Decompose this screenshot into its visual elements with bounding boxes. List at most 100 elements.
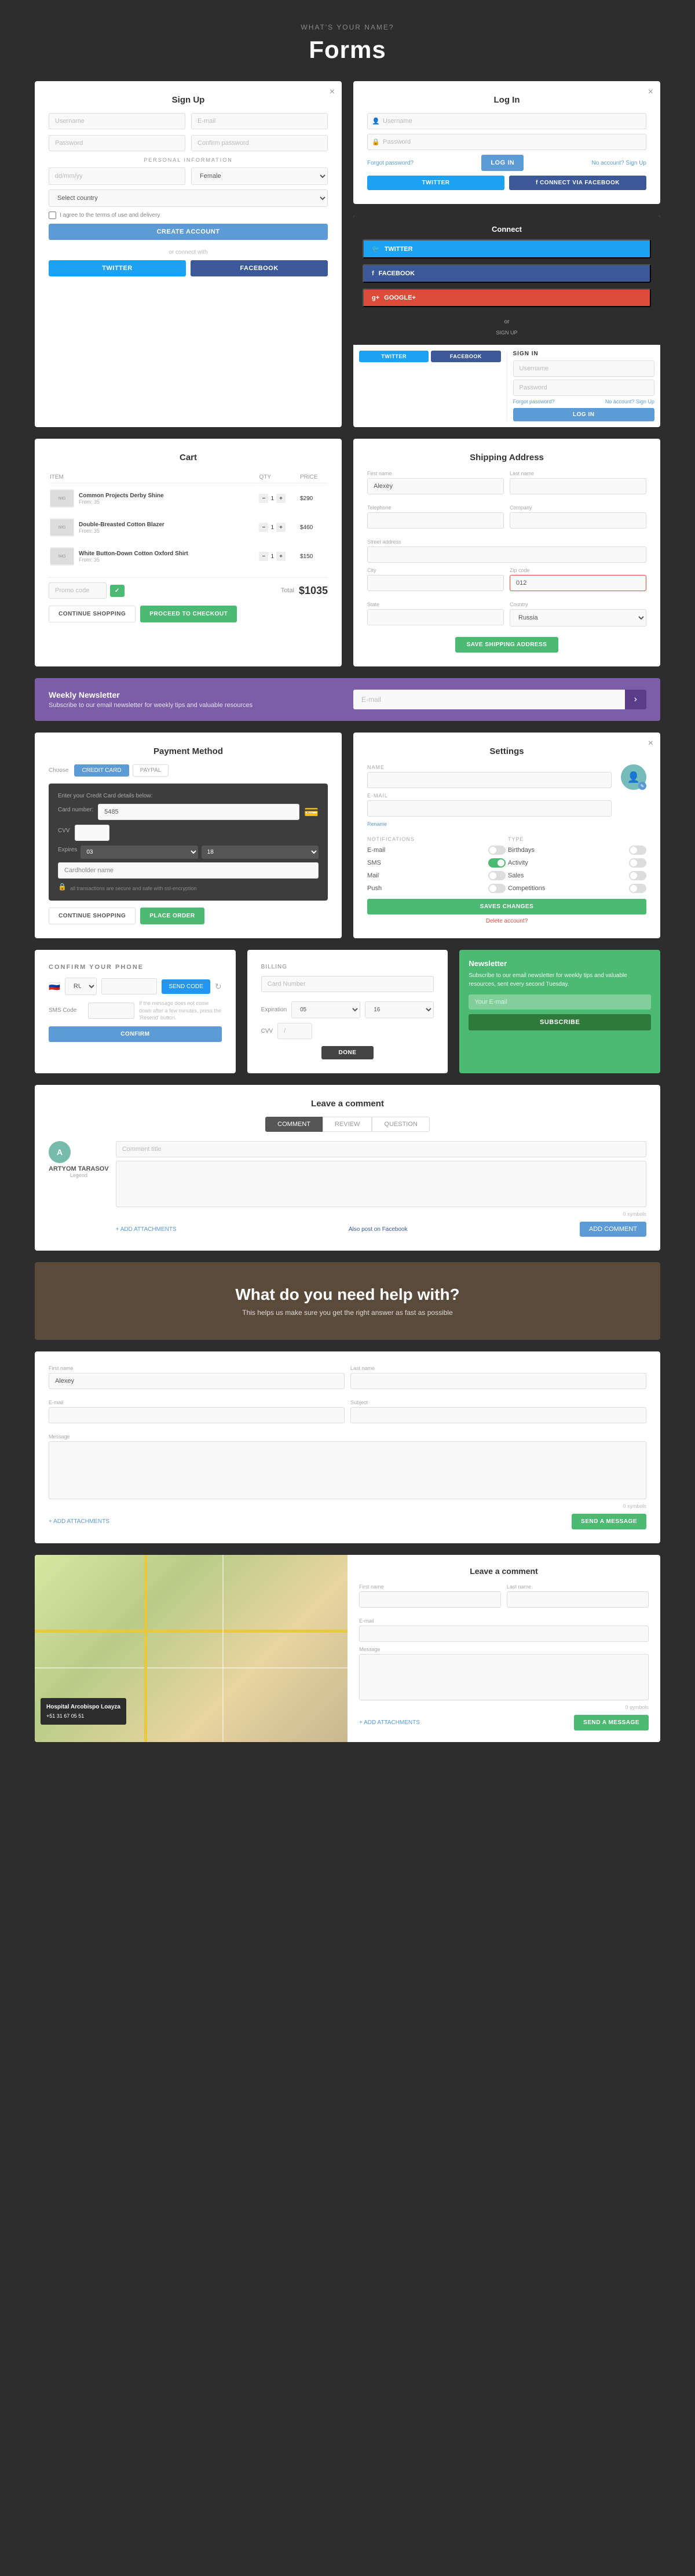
map-last-name-input[interactable] bbox=[507, 1591, 649, 1608]
connect-forgot-link[interactable]: Forgot password? bbox=[513, 399, 555, 405]
save-shipping-btn[interactable]: SAVE SHIPPING ADDRESS bbox=[455, 637, 559, 653]
street-input[interactable] bbox=[367, 546, 646, 563]
checkout-btn[interactable]: PROCEED TO CHECKOUT bbox=[140, 606, 237, 622]
map-first-name-input[interactable] bbox=[359, 1591, 501, 1608]
agree-checkbox[interactable] bbox=[49, 212, 56, 219]
city-input[interactable] bbox=[367, 575, 504, 591]
forgot-password-link[interactable]: Forgot password? bbox=[367, 160, 414, 166]
connect-password-input[interactable] bbox=[513, 380, 655, 396]
contact-attach-link[interactable]: + ADD ATTACHMENTS bbox=[49, 1518, 109, 1525]
signup-close-btn[interactable]: × bbox=[330, 87, 335, 97]
save-settings-btn[interactable]: SAVES CHANGES bbox=[367, 899, 646, 914]
send-message-btn[interactable]: SEND A MESSAGE bbox=[572, 1514, 646, 1529]
zip-input[interactable] bbox=[510, 575, 646, 591]
signup-link[interactable]: Sign Up bbox=[626, 160, 646, 166]
type-toggle-3[interactable] bbox=[629, 884, 646, 893]
facebook-signin-btn[interactable]: FACEBOOK bbox=[191, 260, 328, 276]
fb-share-toggle[interactable]: Also post on Facebook bbox=[349, 1226, 408, 1233]
payment-continue-btn[interactable]: CONTINUE SHOPPING bbox=[49, 908, 136, 924]
billing-cvv-input[interactable] bbox=[277, 1023, 312, 1039]
type-toggle-2[interactable] bbox=[629, 871, 646, 880]
phone-code-select[interactable]: RU +7 bbox=[65, 978, 97, 995]
contact-subject-input[interactable] bbox=[350, 1407, 646, 1423]
contact-last-name-input[interactable] bbox=[350, 1373, 646, 1389]
expire-year-select[interactable]: 18 bbox=[202, 846, 319, 859]
connect-facebook-btn[interactable]: f FACEBOOK bbox=[363, 264, 651, 283]
tab-comment[interactable]: COMMENT bbox=[265, 1117, 323, 1132]
settings-close-btn[interactable]: × bbox=[648, 738, 653, 749]
password-input[interactable] bbox=[49, 135, 185, 151]
tab-review[interactable]: REVIEW bbox=[323, 1117, 372, 1132]
confirm-phone-btn[interactable]: CONFIRM bbox=[49, 1026, 222, 1042]
connect-login-btn[interactable]: LOG IN bbox=[513, 408, 655, 421]
add-comment-btn[interactable]: ADD COMMENT bbox=[580, 1222, 646, 1237]
email-input[interactable] bbox=[191, 113, 328, 129]
comment-body-input[interactable] bbox=[116, 1161, 646, 1207]
connect-google-btn[interactable]: g+ GOOGLE+ bbox=[363, 289, 651, 307]
state-input[interactable] bbox=[367, 609, 504, 625]
billing-card-input[interactable] bbox=[261, 976, 434, 992]
signin-facebook-btn[interactable]: FACEBOOK bbox=[431, 351, 500, 362]
paypal-tab[interactable]: PAYPAL bbox=[133, 764, 169, 777]
gender-select[interactable]: Female Male Female bbox=[191, 167, 328, 185]
contact-message-input[interactable] bbox=[49, 1441, 646, 1499]
type-toggle-1[interactable] bbox=[629, 858, 646, 868]
notif-toggle-2[interactable] bbox=[488, 871, 506, 880]
notif-toggle-0[interactable] bbox=[488, 846, 506, 855]
login-password-input[interactable] bbox=[367, 134, 646, 150]
signin-twitter-btn[interactable]: TWITTER bbox=[359, 351, 429, 362]
send-code-btn[interactable]: SEND CODE bbox=[162, 979, 210, 994]
place-order-btn[interactable]: PLACE ORDER bbox=[140, 908, 204, 924]
create-account-btn[interactable]: CREATE ACCOUNT bbox=[49, 224, 328, 240]
qty-plus-0[interactable]: + bbox=[276, 494, 286, 503]
add-attachments-link[interactable]: + ADD ATTACHMENTS bbox=[116, 1226, 177, 1233]
dob-input[interactable] bbox=[49, 167, 185, 185]
last-name-input[interactable] bbox=[510, 478, 646, 494]
continue-shopping-btn[interactable]: CONTINUE SHOPPING bbox=[49, 606, 136, 622]
cvv-input[interactable] bbox=[75, 825, 109, 841]
map-attach-link[interactable]: + ADD ATTACHMENTS bbox=[359, 1719, 420, 1726]
map-send-btn[interactable]: SEND A MESSAGE bbox=[574, 1715, 649, 1730]
phone-input[interactable] bbox=[101, 978, 158, 994]
card-number-input[interactable] bbox=[98, 804, 299, 820]
company-input[interactable] bbox=[510, 512, 646, 529]
subscribe-btn[interactable]: SUBSCRIBE bbox=[469, 1014, 651, 1030]
type-toggle-0[interactable] bbox=[629, 846, 646, 855]
login-username-input[interactable] bbox=[367, 113, 646, 129]
promo-apply-btn[interactable]: ✓ bbox=[110, 585, 125, 597]
contact-email-input[interactable] bbox=[49, 1407, 345, 1423]
notif-toggle-3[interactable] bbox=[488, 884, 506, 893]
login-twitter-btn[interactable]: TWITTER bbox=[367, 176, 504, 190]
rename-link[interactable]: Rename bbox=[367, 821, 646, 827]
delete-account-btn[interactable]: Delete account? bbox=[486, 918, 528, 924]
sms-input[interactable] bbox=[88, 1003, 134, 1019]
username-input[interactable] bbox=[49, 113, 185, 129]
cardholder-input[interactable] bbox=[58, 862, 319, 879]
qty-plus-2[interactable]: + bbox=[276, 552, 286, 561]
comment-title-input[interactable] bbox=[116, 1141, 646, 1157]
avatar-edit-badge[interactable]: ✎ bbox=[638, 782, 646, 790]
connect-twitter-btn[interactable]: 🐦 TWITTER bbox=[363, 239, 651, 258]
billing-done-btn[interactable]: DONE bbox=[321, 1046, 374, 1059]
newsletter-email-input[interactable] bbox=[353, 690, 625, 709]
contact-first-name-input[interactable] bbox=[49, 1373, 345, 1389]
qty-minus-2[interactable]: − bbox=[259, 552, 268, 561]
country-input[interactable]: Russia bbox=[510, 609, 646, 626]
newsletter-mini-email-input[interactable] bbox=[469, 994, 651, 1010]
twitter-signin-btn[interactable]: TWITTER bbox=[49, 260, 186, 276]
qty-plus-1[interactable]: + bbox=[276, 523, 286, 532]
first-name-input[interactable] bbox=[367, 478, 504, 494]
refresh-icon[interactable]: ↻ bbox=[215, 982, 222, 992]
confirm-password-input[interactable] bbox=[191, 135, 328, 151]
notif-toggle-1[interactable] bbox=[488, 858, 506, 868]
expire-month-select[interactable]: 03 bbox=[81, 846, 197, 859]
login-facebook-btn[interactable]: f CONNECT VIA FACEBOOK bbox=[509, 176, 646, 190]
telephone-input[interactable] bbox=[367, 512, 504, 529]
settings-email-input[interactable] bbox=[367, 800, 612, 817]
qty-minus-0[interactable]: − bbox=[259, 494, 268, 503]
qty-minus-1[interactable]: − bbox=[259, 523, 268, 532]
tab-question[interactable]: QUESTION bbox=[372, 1117, 429, 1132]
login-close-btn[interactable]: × bbox=[648, 87, 653, 97]
map-message-input[interactable] bbox=[359, 1654, 649, 1700]
promo-input[interactable] bbox=[49, 582, 107, 599]
